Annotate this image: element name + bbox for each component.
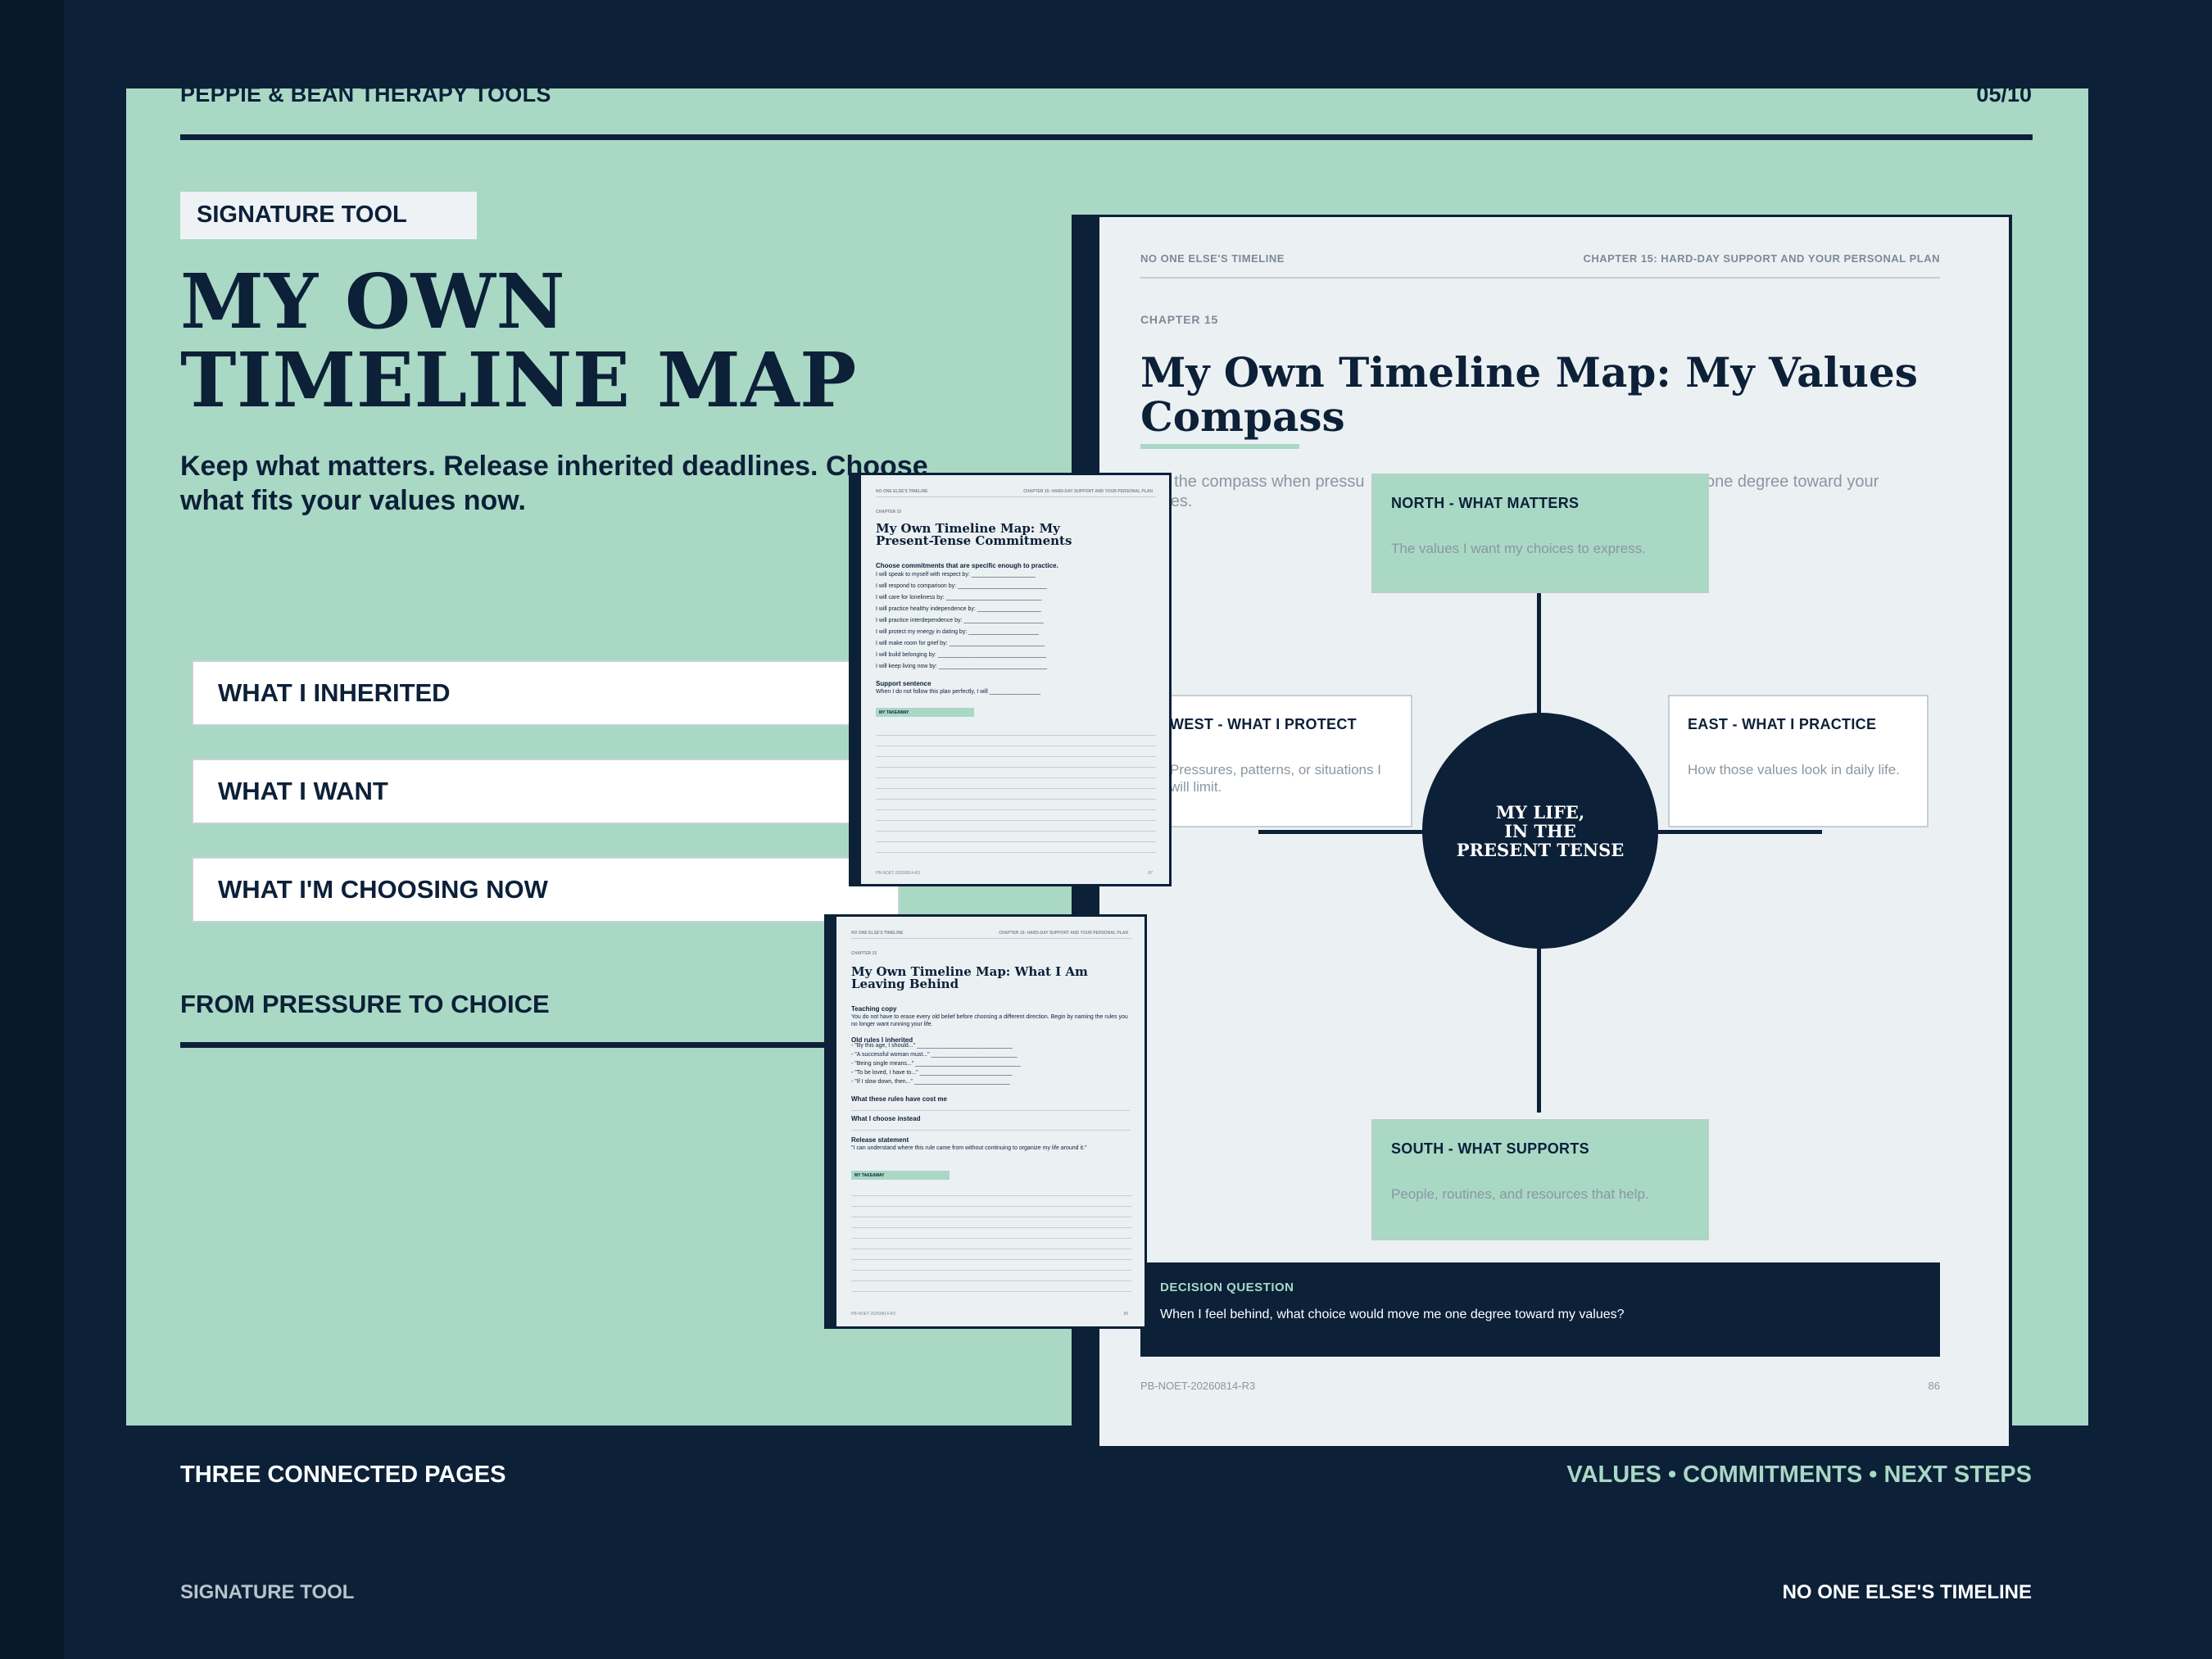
thumbnail-leaving-behind-page: NO ONE ELSE'S TIMELINE CHAPTER 15: HARD-…	[824, 914, 1147, 1329]
thumb1-line: I will build belonging by: _____________…	[876, 652, 1047, 658]
thumb2-cost-heading: What these rules have cost me	[851, 1095, 947, 1103]
thumb1-support-line: When I do not follow this plan perfectly…	[876, 689, 1041, 695]
thumb2-teach-heading: Teaching copy	[851, 1005, 897, 1013]
thumb1-chapter: CHAPTER 15	[876, 510, 902, 514]
center-line1: MY LIFE,	[1495, 801, 1585, 823]
book-spine	[0, 0, 64, 1659]
thumbnail-spine	[851, 475, 861, 884]
thumb2-header-left: NO ONE ELSE'S TIMELINE	[851, 931, 904, 936]
thumb1-header-right: CHAPTER 15: HARD-DAY SUPPORT AND YOUR PE…	[1023, 489, 1153, 494]
thumb1-line: I will practice interdependence by: ____…	[876, 618, 1044, 623]
thumb2-rule-line: - "By this age, I should..." ___________…	[851, 1043, 1013, 1049]
pressure-caption: FROM PRESSURE TO CHOICE	[180, 990, 550, 1018]
thumb2-teach-text: You do not have to erase every old belie…	[851, 1014, 1128, 1027]
compass-center: MY LIFE, IN THE PRESENT TENSE	[1422, 713, 1658, 949]
center-line2: IN THE	[1504, 820, 1576, 841]
east-title: EAST - WHAT I PRACTICE	[1688, 716, 1877, 732]
thumb1-line: I will practice healthy independence by:…	[876, 606, 1041, 612]
thumb1-footer-code: PB-NOET-20260814-R3	[876, 871, 920, 876]
thumb1-footer-number: 87	[1148, 871, 1153, 876]
thumb2-title: My Own Timeline Map: What I Am Leaving B…	[851, 964, 1088, 991]
thumb1-line: I will keep living now by: _____________…	[876, 664, 1048, 669]
thumb1-line: I will make room for grief by: _________…	[876, 641, 1045, 646]
main-page-header-right: CHAPTER 15: HARD-DAY SUPPORT AND YOUR PE…	[1583, 252, 1940, 265]
west-title: WEST - WHAT I PROTECT	[1170, 716, 1357, 732]
thumb2-rule-line: - "Being single means..." ______________…	[851, 1061, 1021, 1067]
thumb1-line: I will speak to myself with respect by: …	[876, 572, 1036, 578]
thumb1-lines: I will speak to myself with respect by: …	[876, 569, 1047, 673]
thumb2-header-right: CHAPTER 15: HARD-DAY SUPPORT AND YOUR PE…	[999, 931, 1128, 936]
south-box: SOUTH - WHAT SUPPORTS People, routines, …	[1371, 1119, 1709, 1240]
thumb2-blank-line	[851, 1110, 1130, 1111]
north-desc: The values I want my choices to express.	[1391, 541, 1646, 556]
decision-question-box: DECISION QUESTION When I feel behind, wh…	[1140, 1262, 1940, 1357]
thumb1-note-lines	[876, 725, 1156, 853]
thumb2-note-lines	[851, 1185, 1131, 1292]
south-desc: People, routines, and resources that hel…	[1391, 1186, 1649, 1202]
thumb1-rule	[876, 496, 1156, 497]
thumbnail-spine	[827, 917, 836, 1326]
thumb2-chapter: CHAPTER 15	[851, 951, 877, 956]
thumb2-footer-code: PB-NOET-20260814-R3	[851, 1312, 895, 1317]
main-page-chapter: CHAPTER 15	[1140, 313, 1219, 326]
thumb1-heading: Choose commitments that are specific eno…	[876, 562, 1058, 569]
thumb2-choose-heading: What I choose instead	[851, 1115, 921, 1122]
intro-right: one degree toward your	[1706, 473, 1879, 491]
slide-title-line2: TIMELINE MAP	[180, 336, 857, 424]
thumb2-blank-line	[851, 1130, 1130, 1131]
south-title: SOUTH - WHAT SUPPORTS	[1391, 1140, 1589, 1157]
main-page-title: My Own Timeline Map: My Values Compass	[1140, 348, 1918, 441]
decision-text: When I feel behind, what choice would mo…	[1160, 1308, 1625, 1321]
thumb1-line: I will respond to comparison by: _______…	[876, 583, 1047, 589]
slide-subtitle: Keep what matters. Release inherited dea…	[180, 451, 928, 516]
center-line3: PRESENT TENSE	[1456, 839, 1625, 860]
thumb2-rule-line: - "A successful woman must..." _________…	[851, 1052, 1018, 1058]
compass-line-east	[1655, 830, 1822, 834]
slide-title: MY OWN TIMELINE MAP	[180, 262, 857, 419]
north-title: NORTH - WHAT MATTERS	[1391, 495, 1580, 511]
bottom-caption-left: THREE CONNECTED PAGES	[180, 1462, 506, 1488]
thumb1-line: I will protect my energy in dating by: _…	[876, 629, 1039, 635]
thumb1-line: I will care for loneliness by: _________…	[876, 595, 1042, 601]
thumb2-takeaway-tag: MY TAKEAWAY	[851, 1171, 950, 1180]
step-what-im-choosing-now: WHAT I'M CHOOSING NOW	[192, 857, 900, 922]
page-number: 05/10	[1976, 82, 2032, 107]
east-box: EAST - WHAT I PRACTICE How those values …	[1668, 695, 1929, 827]
decision-label: DECISION QUESTION	[1160, 1281, 1294, 1294]
main-page-header-left: NO ONE ELSE'S TIMELINE	[1140, 252, 1285, 265]
north-box: NORTH - WHAT MATTERS The values I want m…	[1371, 474, 1709, 593]
thumb1-title: My Own Timeline Map: My Present-Tense Co…	[876, 521, 1072, 548]
footer-right: NO ONE ELSE'S TIMELINE	[1782, 1581, 2032, 1603]
thumb2-rules: - "By this age, I should..." ___________…	[851, 1041, 1021, 1086]
bottom-caption-right: VALUES • COMMITMENTS • NEXT STEPS	[1566, 1462, 2032, 1488]
main-page-header-rule	[1140, 277, 1940, 279]
header-rule	[180, 134, 2033, 140]
compass-line-south	[1537, 947, 1541, 1113]
signature-tool-badge: SIGNATURE TOOL	[180, 192, 477, 239]
thumb2-rule	[851, 938, 1131, 939]
west-desc: Pressures, patterns, or situations I wil…	[1170, 762, 1381, 795]
intro-left: Use the compass when pressu	[1140, 473, 1365, 491]
thumbnail-commitments-page: NO ONE ELSE'S TIMELINE CHAPTER 15: HARD-…	[849, 473, 1172, 886]
thumb1-header-left: NO ONE ELSE'S TIMELINE	[876, 489, 928, 494]
step-what-i-inherited: WHAT I INHERITED	[192, 660, 900, 726]
thumb1-takeaway-tag: MY TAKEAWAY	[876, 708, 974, 717]
footer-left: SIGNATURE TOOL	[180, 1581, 355, 1603]
east-desc: How those values look in daily life.	[1688, 762, 1900, 777]
slide-title-line1: MY OWN	[180, 257, 566, 346]
west-box: WEST - WHAT I PROTECT Pressures, pattern…	[1150, 695, 1412, 827]
thumb2-rule-line: - "To be loved, I have to..." __________…	[851, 1070, 1013, 1076]
step-what-i-want: WHAT I WANT	[192, 759, 900, 824]
compass-line-north	[1537, 592, 1541, 714]
brand-name: PEPPIE & BEAN THERAPY TOOLS	[180, 82, 551, 107]
main-page-footer-number: 86	[1928, 1380, 1940, 1392]
compass-line-west	[1258, 830, 1426, 834]
main-page-footer-code: PB-NOET-20260814-R3	[1140, 1380, 1256, 1392]
thumb2-footer-number: 88	[1123, 1312, 1128, 1317]
thumb2-rule-line: - "If I slow down, then..." ____________…	[851, 1079, 1010, 1085]
title-underline	[1140, 444, 1299, 449]
thumb2-release-text: "I can understand where this rule came f…	[851, 1145, 1087, 1151]
thumb2-release-heading: Release statement	[851, 1136, 909, 1144]
